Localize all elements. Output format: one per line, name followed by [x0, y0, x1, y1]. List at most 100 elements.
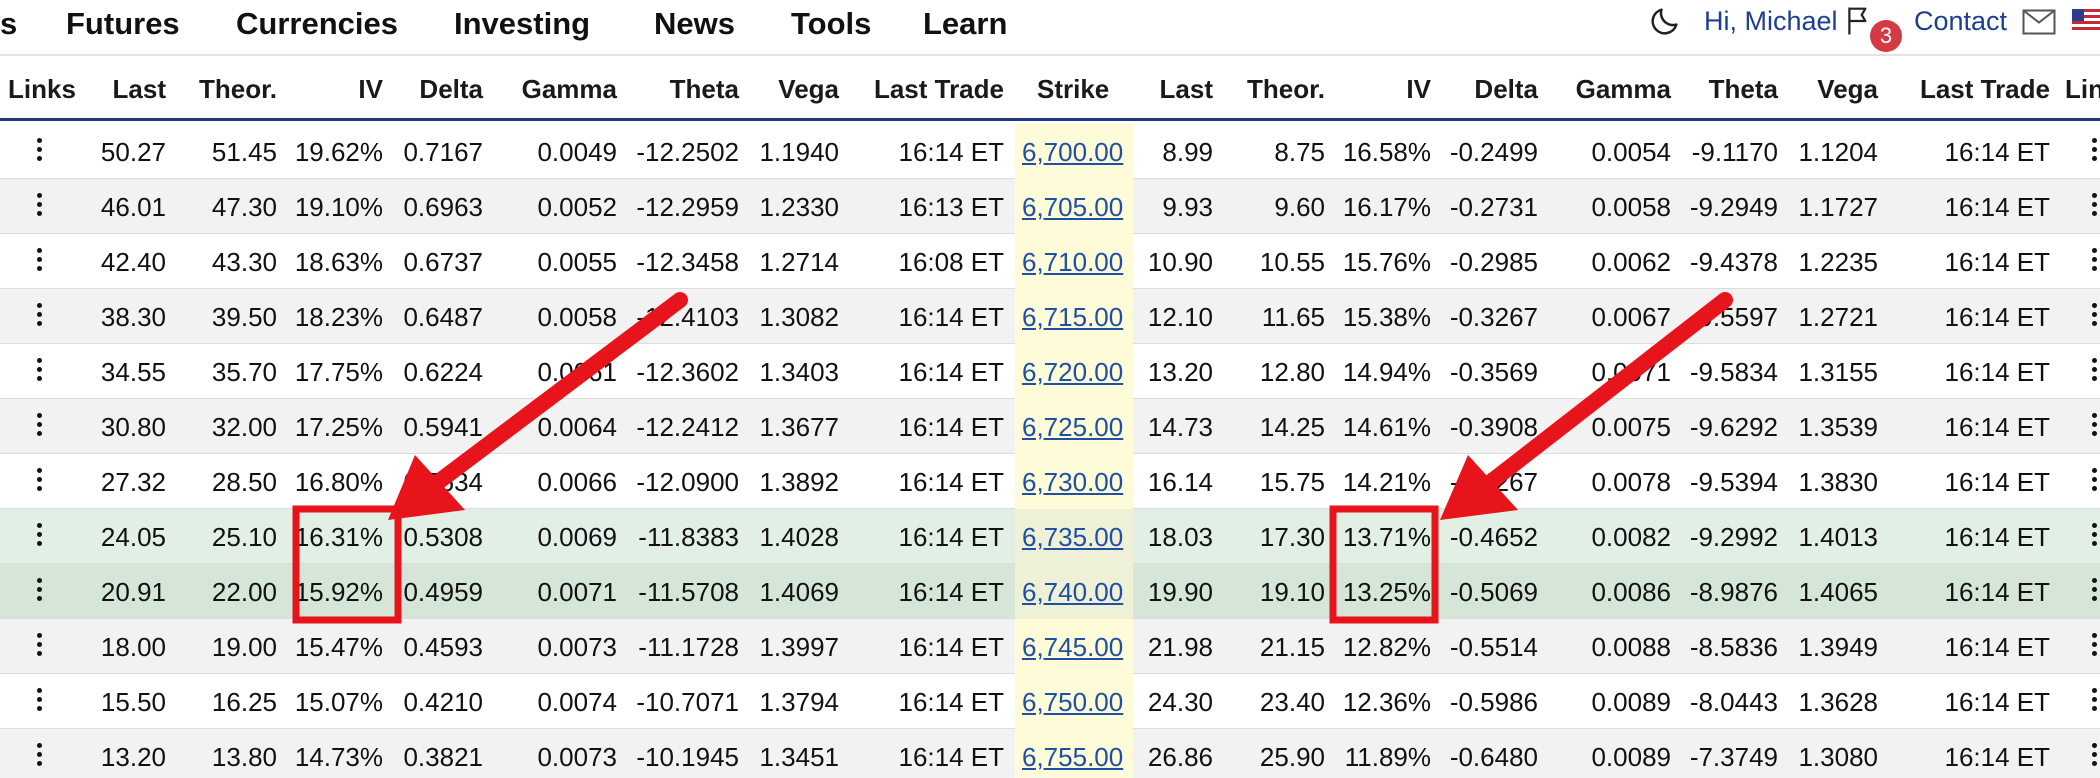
nav-item-partial[interactable]: s: [0, 6, 17, 42]
nav-item-news[interactable]: News: [654, 6, 735, 42]
col-header-call-delta[interactable]: Delta: [419, 74, 483, 105]
dark-mode-moon-icon[interactable]: [1648, 4, 1682, 38]
us-flag-icon[interactable]: [2072, 9, 2100, 31]
call-delta-cell: 0.6487: [403, 302, 483, 332]
strike-price-link[interactable]: 6,735.00: [1022, 522, 1123, 553]
call-delta-cell: 0.5308: [403, 522, 483, 552]
strike-price-link[interactable]: 6,700.00: [1022, 137, 1123, 168]
strike-price-link[interactable]: 6,705.00: [1022, 192, 1123, 223]
col-header-put-theta[interactable]: Theta: [1709, 74, 1778, 105]
row-menu-kebab-icon[interactable]: [37, 578, 43, 602]
row-menu-kebab-icon[interactable]: [37, 303, 43, 327]
row-menu-kebab-icon[interactable]: [37, 138, 43, 162]
col-header-call-last[interactable]: Last: [113, 74, 166, 105]
strike-price-link[interactable]: 6,725.00: [1022, 412, 1123, 443]
call-delta-cell: 0.6963: [403, 192, 483, 222]
nav-item-learn[interactable]: Learn: [923, 6, 1007, 42]
call-delta-cell: 0.5634: [403, 467, 483, 497]
row-menu-kebab-icon[interactable]: [2092, 743, 2098, 767]
col-header-put-links[interactable]: Lin: [2065, 74, 2100, 105]
col-header-strike[interactable]: Strike: [1037, 74, 1109, 105]
call-vega-cell: 1.3403: [759, 357, 839, 387]
row-menu-kebab-icon[interactable]: [2092, 523, 2098, 547]
strike-price-link[interactable]: 6,730.00: [1022, 467, 1123, 498]
nav-item-futures[interactable]: Futures: [66, 6, 180, 42]
strike-price-link[interactable]: 6,750.00: [1022, 687, 1123, 718]
row-menu-kebab-icon[interactable]: [2092, 303, 2098, 327]
col-header-put-theor[interactable]: Theor.: [1247, 74, 1325, 105]
col-header-call-iv[interactable]: IV: [358, 74, 383, 105]
row-menu-kebab-icon[interactable]: [2092, 633, 2098, 657]
call-delta-cell: 0.5941: [403, 412, 483, 442]
put-last-trade-cell: 16:14 ET: [1944, 467, 2050, 497]
put-last-trade-cell: 16:14 ET: [1944, 577, 2050, 607]
call-last-trade-cell: 16:08 ET: [898, 247, 1004, 277]
put-delta-cell: -0.3908: [1449, 412, 1538, 442]
call-last-trade-cell: 16:14 ET: [898, 412, 1004, 442]
put-last-cell: 10.90: [1147, 247, 1213, 277]
strike-price-link[interactable]: 6,715.00: [1022, 302, 1123, 333]
user-greeting-link[interactable]: Hi, Michael: [1704, 6, 1838, 37]
contact-link[interactable]: Contact: [1914, 6, 2007, 37]
nav-item-tools[interactable]: Tools: [791, 6, 871, 42]
call-theor-cell: 22.00: [211, 577, 277, 607]
row-menu-kebab-icon[interactable]: [2092, 578, 2098, 602]
row-menu-kebab-icon[interactable]: [2092, 358, 2098, 382]
col-header-links[interactable]: Links: [8, 74, 76, 105]
col-header-put-iv[interactable]: IV: [1406, 74, 1431, 105]
strike-price-link[interactable]: 6,740.00: [1022, 577, 1123, 608]
put-theor-cell: 19.10: [1259, 577, 1325, 607]
row-menu-kebab-icon[interactable]: [2092, 138, 2098, 162]
row-menu-kebab-icon[interactable]: [2092, 413, 2098, 437]
nav-item-investing[interactable]: Investing: [454, 6, 590, 42]
row-menu-kebab-icon[interactable]: [37, 193, 43, 217]
call-vega-cell: 1.2714: [759, 247, 839, 277]
strike-price-link[interactable]: 6,755.00: [1022, 742, 1123, 773]
call-vega-cell: 1.3082: [759, 302, 839, 332]
row-menu-kebab-icon[interactable]: [37, 248, 43, 272]
col-header-call-last-trade[interactable]: Last Trade: [874, 74, 1004, 105]
col-header-put-vega[interactable]: Vega: [1817, 74, 1878, 105]
col-header-call-theor[interactable]: Theor.: [199, 74, 277, 105]
row-menu-kebab-icon[interactable]: [37, 413, 43, 437]
row-menu-kebab-icon[interactable]: [2092, 688, 2098, 712]
col-header-call-theta[interactable]: Theta: [670, 74, 739, 105]
put-gamma-cell: 0.0071: [1591, 357, 1671, 387]
put-theor-cell: 8.75: [1274, 137, 1325, 167]
table-row: 46.01 47.30 19.10% 0.6963 0.0052 -12.2959 1.23…: [0, 179, 2100, 234]
row-menu-kebab-icon[interactable]: [37, 688, 43, 712]
put-vega-cell: 1.4065: [1798, 577, 1878, 607]
table-row: 15.50 16.25 15.07% 0.4210 0.0074 -10.7071 1.37…: [0, 674, 2100, 729]
col-header-put-last-trade[interactable]: Last Trade: [1920, 74, 2050, 105]
put-theor-cell: 11.65: [1261, 302, 1325, 332]
strike-price-link[interactable]: 6,720.00: [1022, 357, 1123, 388]
call-gamma-cell: 0.0055: [537, 247, 617, 277]
call-gamma-cell: 0.0064: [537, 412, 617, 442]
row-menu-kebab-icon[interactable]: [37, 743, 43, 767]
row-menu-kebab-icon[interactable]: [2092, 193, 2098, 217]
call-gamma-cell: 0.0066: [537, 467, 617, 497]
call-last-cell: 30.80: [100, 412, 166, 442]
row-menu-kebab-icon[interactable]: [37, 523, 43, 547]
col-header-put-gamma[interactable]: Gamma: [1576, 74, 1671, 105]
put-theor-cell: 10.55: [1259, 247, 1325, 277]
col-header-put-delta[interactable]: Delta: [1474, 74, 1538, 105]
row-menu-kebab-icon[interactable]: [37, 633, 43, 657]
notifications-flag-icon[interactable]: [1843, 5, 1873, 37]
mail-icon[interactable]: [2022, 9, 2056, 35]
put-last-cell: 14.73: [1147, 412, 1213, 442]
row-menu-kebab-icon[interactable]: [37, 358, 43, 382]
col-header-call-vega[interactable]: Vega: [778, 74, 839, 105]
col-header-put-last[interactable]: Last: [1160, 74, 1213, 105]
row-menu-kebab-icon[interactable]: [37, 468, 43, 492]
call-gamma-cell: 0.0071: [537, 577, 617, 607]
put-delta-cell: -0.3267: [1449, 302, 1538, 332]
row-menu-kebab-icon[interactable]: [2092, 468, 2098, 492]
row-menu-kebab-icon[interactable]: [2092, 248, 2098, 272]
put-gamma-cell: 0.0062: [1591, 247, 1671, 277]
call-gamma-cell: 0.0069: [537, 522, 617, 552]
col-header-call-gamma[interactable]: Gamma: [522, 74, 617, 105]
nav-item-currencies[interactable]: Currencies: [236, 6, 398, 42]
strike-price-link[interactable]: 6,745.00: [1022, 632, 1123, 663]
strike-price-link[interactable]: 6,710.00: [1022, 247, 1123, 278]
